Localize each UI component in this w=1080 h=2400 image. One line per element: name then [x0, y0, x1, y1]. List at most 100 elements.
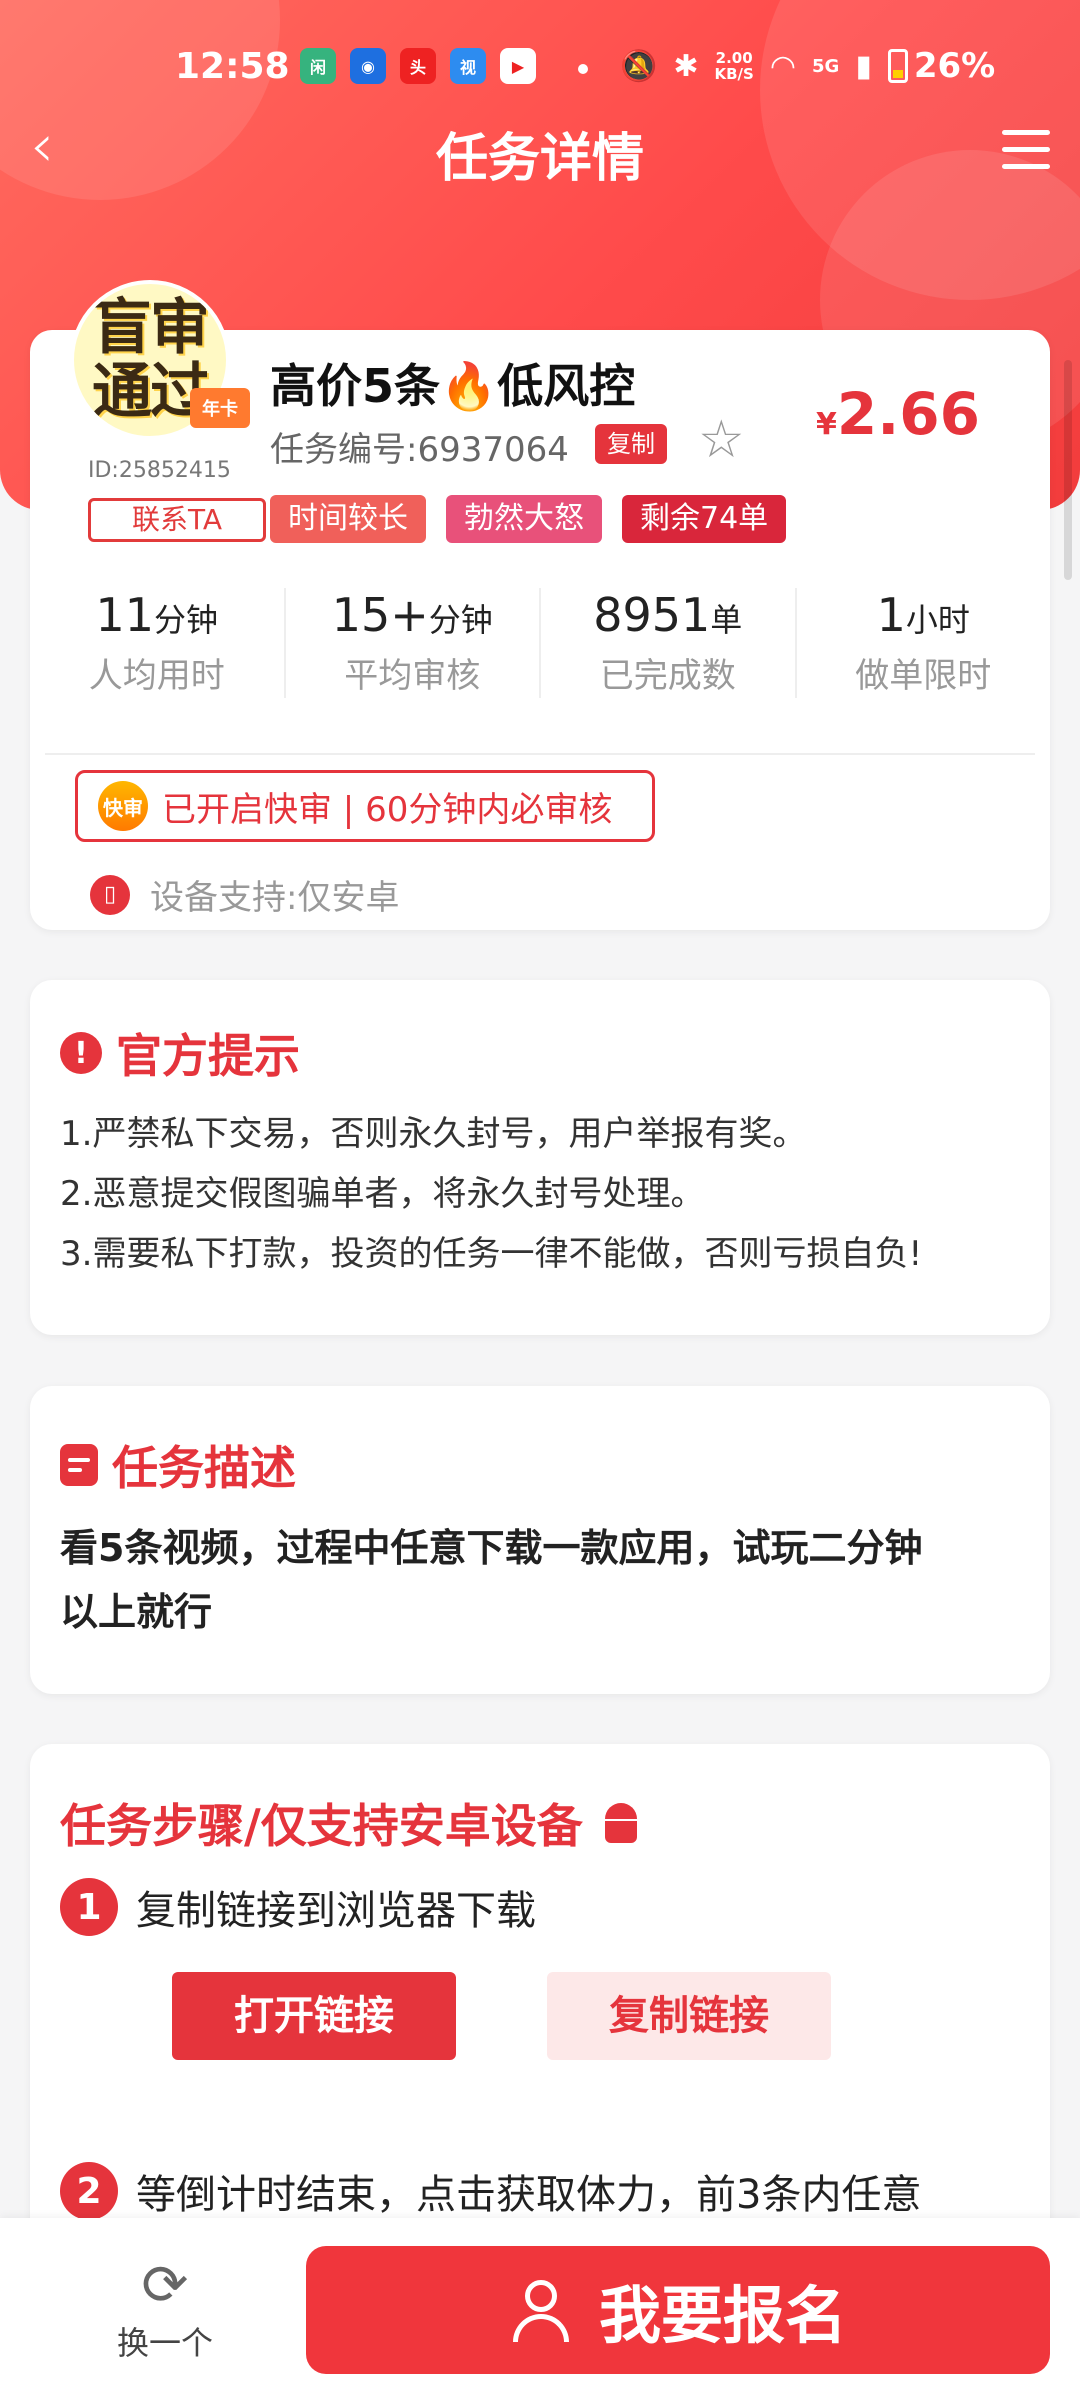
tag-angry: 勃然大怒: [446, 495, 602, 543]
nav-bar: ‹ 任务详情: [0, 110, 1080, 190]
stat-unit: 分钟: [428, 601, 493, 639]
fast-review-icon: 快审: [98, 781, 148, 831]
signal-bars-icon: ▮: [855, 48, 872, 84]
status-bar: 12:58 闲 ◉ 头 视 ▶ 🔕 ✱ 2.00 KB/S ◠ 5G ▮ 26%: [0, 40, 1080, 100]
wifi-icon: ◠: [769, 48, 797, 84]
stat-avg-review: 15+分钟 平均审核: [286, 588, 541, 698]
switch-label: 换一个: [116, 2324, 213, 2362]
notification-icons: 闲 ◉ 头 视 ▶: [300, 48, 536, 84]
fast-review-text: 已开启快审 | 60分钟内必审核: [162, 789, 613, 830]
android-icon: [601, 1803, 641, 1843]
device-support-text: 设备支持:仅安卓: [150, 878, 400, 918]
copy-task-number-button[interactable]: 复制: [595, 424, 667, 464]
open-link-button[interactable]: 打开链接: [172, 1972, 456, 2060]
menu-icon[interactable]: [1002, 130, 1050, 170]
task-price: ¥2.66: [816, 380, 980, 448]
stat-number: 11: [95, 588, 155, 642]
crown-badge: 年卡: [190, 388, 250, 428]
stat-value: 1小时: [797, 588, 1051, 642]
refresh-icon: ⟳: [141, 2253, 189, 2318]
task-tags: 时间较长 勃然大怒 剩余74单: [270, 495, 787, 543]
fast-review-banner: 快审 已开启快审 | 60分钟内必审核: [75, 770, 655, 842]
price-currency: ¥: [816, 407, 837, 442]
stat-unit: 单: [710, 601, 743, 639]
copy-link-button[interactable]: 复制链接: [547, 1972, 831, 2060]
notice-title: 官方提示: [116, 1029, 300, 1083]
description-body: 看5条视频，过程中任意下载一款应用，试玩二分钟 以上就行: [60, 1516, 1020, 1644]
signup-label: 我要报名: [598, 2279, 847, 2352]
app-notification-icon: ◉: [350, 48, 386, 84]
stat-number: 15+: [331, 588, 429, 642]
mute-icon: 🔕: [620, 48, 658, 84]
step-number: 2: [60, 2162, 118, 2220]
net-speed-unit: KB/S: [714, 65, 754, 83]
task-steps-card: 任务步骤/仅支持安卓设备 1 复制链接到浏览器下载 打开链接 复制链接 2 等倒…: [30, 1744, 1050, 2264]
device-support: ▯ 设备支持:仅安卓: [90, 870, 399, 919]
network-speed: 2.00 KB/S: [715, 50, 754, 82]
step-1: 1 复制链接到浏览器下载: [60, 1878, 1020, 1936]
more-notifications-dot: [578, 64, 588, 74]
step-number: 1: [60, 1878, 118, 1936]
divider: [45, 753, 1035, 755]
bottom-action-bar: ⟳ 换一个 我要报名: [0, 2218, 1080, 2400]
description-line: 看5条视频，过程中任意下载一款应用，试玩二分钟: [60, 1526, 923, 1570]
tag-time-long: 时间较长: [270, 495, 426, 543]
official-notice-card: ! 官方提示 1.严禁私下交易，否则永久封号，用户举报有奖。 2.恶意提交假图骗…: [30, 980, 1050, 1335]
status-time: 12:58: [175, 46, 290, 87]
notice-line: 2.恶意提交假图骗单者，将永久封号处理。: [60, 1174, 705, 1214]
description-title: 任务描述: [112, 1441, 296, 1495]
stat-number: 8951: [593, 588, 711, 642]
star-icon[interactable]: ☆: [698, 414, 745, 466]
notice-line: 1.严禁私下交易，否则永久封号，用户举报有奖。: [60, 1114, 807, 1154]
battery-icon: [887, 49, 908, 83]
stat-label: 平均审核: [344, 656, 481, 696]
scrollbar[interactable]: [1064, 360, 1072, 580]
stat-completed: 8951单 已完成数: [541, 588, 797, 698]
task-title: 高价5条🔥低风控: [270, 359, 636, 413]
battery: 26%: [887, 46, 996, 86]
price-value: 2.66: [836, 380, 980, 448]
warning-icon: !: [60, 1032, 102, 1074]
app-notification-icon: 闲: [300, 48, 336, 84]
step-text: 复制链接到浏览器下载: [136, 1888, 536, 1934]
system-icons: 🔕 ✱ 2.00 KB/S ◠ 5G ▮ 26%: [620, 46, 995, 86]
notice-lines: 1.严禁私下交易，否则永久封号，用户举报有奖。 2.恶意提交假图骗单者，将永久封…: [60, 1104, 1020, 1284]
app-notification-icon: 视: [450, 48, 486, 84]
task-info-card: 盲审 通过 年卡 ID:25852415 联系TA 高价5条🔥低风控 任务编号:…: [30, 280, 1050, 930]
stat-label: 做单限时: [855, 656, 992, 696]
stat-value: 11分钟: [30, 588, 284, 642]
user-id: ID:25852415: [88, 458, 231, 483]
stat-unit: 小时: [905, 601, 970, 639]
notice-line: 3.需要私下打款，投资的任务一律不能做，否则亏损自负!: [60, 1234, 923, 1274]
steps-header: 任务步骤/仅支持安卓设备: [60, 1790, 1020, 1856]
tag-remaining: 剩余74单: [622, 495, 787, 543]
switch-task-button[interactable]: ⟳ 换一个: [100, 2258, 230, 2364]
video-notification-icon: ▶: [500, 48, 536, 84]
toutiao-notification-icon: 头: [400, 48, 436, 84]
user-icon: [509, 2278, 573, 2342]
task-stats: 11分钟 人均用时 15+分钟 平均审核 8951单 已完成数 1小时 做单限时: [30, 588, 1050, 698]
stat-unit: 分钟: [154, 601, 219, 639]
step-2: 2 等倒计时结束，点击获取体力，前3条内任意: [60, 2162, 921, 2220]
steps-title: 任务步骤/仅支持安卓设备: [60, 1799, 583, 1853]
battery-level: 26%: [913, 46, 996, 86]
page-title: 任务详情: [435, 129, 644, 189]
signal-label: 5G: [812, 55, 840, 77]
stat-avg-time: 11分钟 人均用时: [30, 588, 286, 698]
stat-number: 1: [876, 588, 906, 642]
stat-time-limit: 1小时 做单限时: [797, 588, 1051, 698]
document-icon: [60, 1444, 98, 1486]
task-number: 任务编号:6937064: [270, 430, 569, 470]
stat-value: 15+分钟: [286, 588, 540, 642]
phone-icon: ▯: [90, 874, 130, 915]
stat-label: 人均用时: [88, 656, 225, 696]
notice-header: ! 官方提示: [60, 1020, 1020, 1086]
task-description-card: 任务描述 看5条视频，过程中任意下载一款应用，试玩二分钟 以上就行: [30, 1386, 1050, 1694]
description-line: 以上就行: [60, 1590, 213, 1634]
signup-button[interactable]: 我要报名: [306, 2246, 1050, 2374]
contact-button[interactable]: 联系TA: [88, 498, 266, 542]
stat-label: 已完成数: [599, 656, 736, 696]
stat-value: 8951单: [541, 588, 795, 642]
net-speed-value: 2.00: [715, 49, 753, 67]
bluetooth-icon: ✱: [673, 48, 699, 84]
